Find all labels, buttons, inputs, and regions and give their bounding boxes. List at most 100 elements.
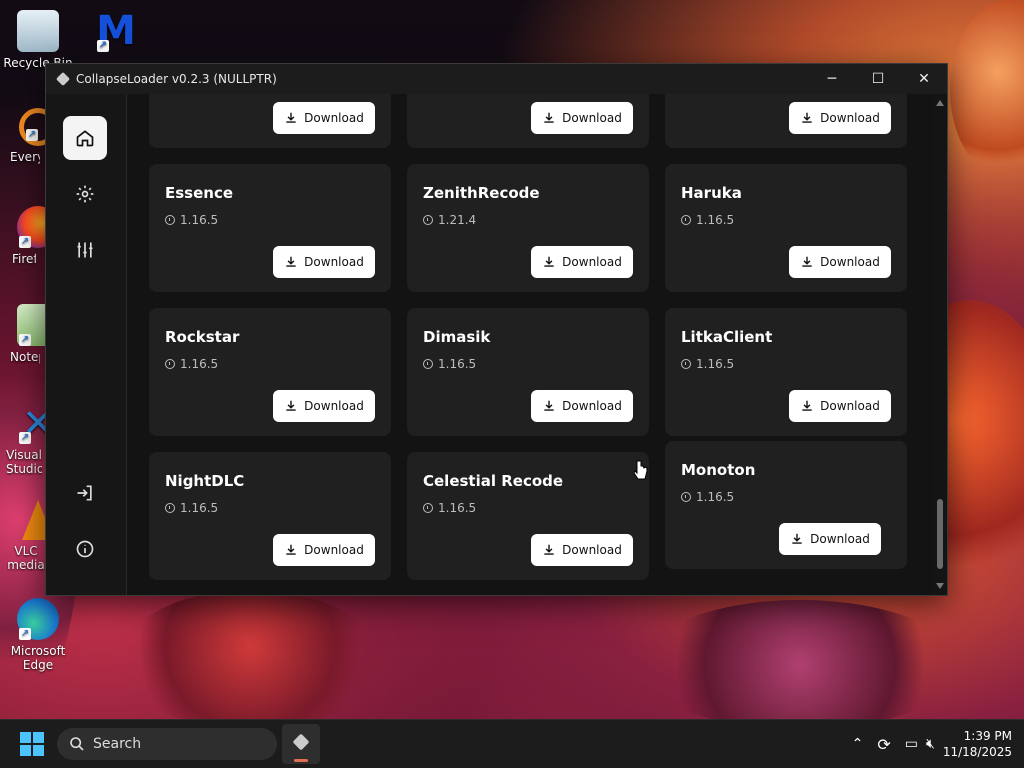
shortcut-arrow-icon: ↗ [19,334,31,346]
client-card: Download [407,94,649,148]
download-label: Download [562,111,622,125]
download-icon [286,256,296,267]
download-button[interactable]: Download [273,390,375,422]
client-name: Dimasik [423,328,491,346]
download-button[interactable]: Download [531,390,633,422]
client-name: Rockstar [165,328,240,346]
version-label: 1.16.5 [696,490,735,504]
version-label: 1.16.5 [438,357,477,371]
download-button[interactable]: Download [779,523,881,555]
client-version: 1.16.5 [681,213,734,227]
shortcut-arrow-icon: ↗ [26,129,38,141]
login-icon [77,485,92,501]
desktop-icon-label: Notepad++ [10,350,40,364]
collapseloader-icon [292,733,310,751]
taskbar-search-box[interactable]: Search [57,728,277,760]
show-hidden-icons-chevron-icon[interactable]: ⌃ [852,736,864,752]
taskbar-app-collapseloader[interactable] [282,724,320,764]
start-button[interactable] [20,732,44,756]
info-icon [76,540,94,558]
minimize-button[interactable]: ─ [809,64,855,94]
sidebar [46,94,127,595]
close-button[interactable]: ✕ [901,64,947,94]
clock-icon [681,359,691,369]
client-grid: Download Download Download Essence 1.16.… [127,94,933,595]
mouse-cursor-icon [634,460,648,480]
download-icon [802,112,812,123]
version-label: 1.16.5 [696,213,735,227]
download-button[interactable]: Download [789,102,891,134]
title-bar[interactable]: CollapseLoader v0.2.3 (NULLPTR) ─ ☐ ✕ [46,64,947,94]
nav-customize-button[interactable] [63,228,107,272]
download-button[interactable]: Download [789,246,891,278]
client-name: NightDLC [165,472,245,490]
download-label: Download [820,111,880,125]
client-name: LitkaClient [681,328,773,346]
client-card-nightdlc: NightDLC 1.16.5 Download [149,452,391,580]
sync-icon[interactable]: ⟳ [877,735,890,754]
active-app-indicator [294,759,308,762]
clock-icon [681,492,691,502]
version-label: 1.16.5 [180,213,219,227]
download-label: Download [562,543,622,557]
client-version: 1.16.5 [165,213,218,227]
search-placeholder: Search [93,736,142,752]
download-button[interactable]: Download [273,534,375,566]
scroll-up-arrow-icon[interactable] [936,100,944,106]
desktop-icon-label: Visual Studio Code [6,448,42,476]
client-card-celestial-recode: Celestial Recode 1.16.5 Download [407,452,649,580]
clock-area[interactable]: 1:39 PM 11/18/2025 [943,728,1012,760]
version-label: 1.16.5 [438,501,477,515]
desktop-icon-malwarebytes[interactable]: M ↗ [80,10,152,56]
nav-about-button[interactable] [63,527,107,571]
download-button[interactable]: Download [531,102,633,134]
clock-icon [681,215,691,225]
nav-settings-button[interactable] [63,172,107,216]
nav-home-button[interactable] [63,116,107,160]
edge-icon: ↗ [17,598,59,640]
maximize-button[interactable]: ☐ [855,64,901,94]
download-label: Download [820,399,880,413]
shortcut-arrow-icon: ↗ [19,236,31,248]
download-button[interactable]: Download [531,246,633,278]
app-window: CollapseLoader v0.2.3 (NULLPTR) ─ ☐ ✕ Do… [45,63,948,596]
download-button[interactable]: Download [531,534,633,566]
download-icon [792,533,802,544]
download-icon [286,544,296,555]
speaker-muted-icon[interactable]: 🔇︎ [926,736,935,752]
client-version: 1.16.5 [165,357,218,371]
download-button[interactable]: Download [273,246,375,278]
download-button[interactable]: Download [273,102,375,134]
malwarebytes-icon: M ↗ [96,8,136,54]
desktop-icon-recycle-bin[interactable]: Recycle Bin [2,10,74,70]
download-icon [802,400,812,411]
clock-icon [423,215,433,225]
download-icon [544,400,554,411]
clock-icon [423,503,433,513]
download-button[interactable]: Download [789,390,891,422]
client-card-rockstar: Rockstar 1.16.5 Download [149,308,391,436]
taskbar: Search ⌃ ⟳ ▭ 🔇︎ 1:39 PM 11/18/2025 [0,719,1024,768]
download-label: Download [304,255,364,269]
desktop-icon-label: Everything [10,150,40,164]
scrollbar-thumb[interactable] [937,499,943,569]
client-name: Haruka [681,184,742,202]
shortcut-arrow-icon: ↗ [19,628,31,640]
download-label: Download [304,399,364,413]
nav-login-button[interactable] [63,471,107,515]
client-version: 1.16.5 [423,357,476,371]
client-card-litkaclient: LitkaClient 1.16.5 Download [665,308,907,436]
gear-icon [76,185,94,203]
client-card: Download [149,94,391,148]
desktop-icon-label: VLC media player [7,544,45,572]
search-icon [70,737,84,751]
display-icon[interactable]: ▭ [905,736,918,752]
download-icon [286,400,296,411]
version-label: 1.16.5 [696,357,735,371]
client-name: Essence [165,184,234,202]
client-name: Celestial Recode [423,472,564,490]
download-label: Download [304,543,364,557]
scrollbar[interactable] [933,94,947,595]
scroll-down-arrow-icon[interactable] [936,583,944,589]
desktop-icon-edge[interactable]: ↗ Microsoft Edge [2,598,74,672]
